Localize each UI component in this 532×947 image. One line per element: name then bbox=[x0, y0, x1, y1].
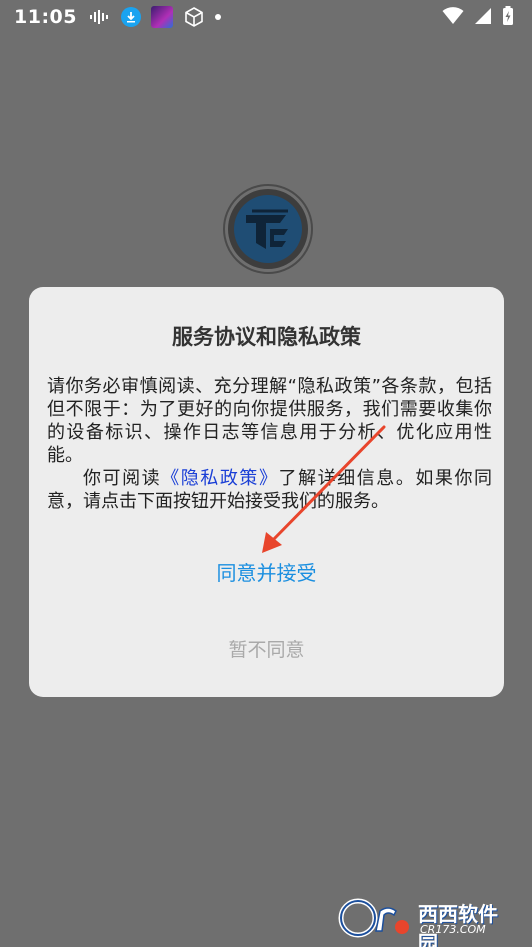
paragraph-2-prefix: 你可阅读 bbox=[83, 468, 162, 489]
notification-icons bbox=[89, 6, 221, 28]
dialog-body: 请你务必审慎阅读、充分理解“隐私政策”各条款，包括但不限于：为了更好的向你提供服… bbox=[47, 375, 492, 513]
status-time: 11:05 bbox=[14, 6, 77, 28]
watermark-subtext: CR173.COM bbox=[420, 923, 486, 936]
status-bar: 11:05 bbox=[0, 0, 532, 34]
dialog-paragraph-1: 请你务必审慎阅读、充分理解“隐私政策”各条款，包括但不限于：为了更好的向你提供服… bbox=[47, 376, 492, 466]
more-notifications-icon bbox=[214, 14, 221, 20]
decline-button[interactable]: 暂不同意 bbox=[29, 635, 504, 662]
wifi-icon bbox=[442, 7, 464, 25]
cube-icon bbox=[183, 6, 205, 28]
agree-button[interactable]: 同意并接受 bbox=[29, 557, 504, 586]
dialog-paragraph-2: 你可阅读《隐私政策》了解详细信息。如果你同意，请点击下面按钮开始接受我们的服务。 bbox=[47, 467, 492, 513]
app-logo bbox=[222, 183, 314, 275]
signal-icon bbox=[474, 7, 492, 25]
watermark-logo: 西西软件园 CR173.COM bbox=[336, 897, 516, 947]
system-icons bbox=[442, 6, 514, 26]
dialog-title: 服务协议和隐私政策 bbox=[172, 325, 361, 349]
privacy-dialog: 服务协议和隐私政策 请你务必审慎阅读、充分理解“隐私政策”各条款，包括但不限于：… bbox=[29, 287, 504, 697]
audio-wave-icon bbox=[89, 9, 111, 25]
privacy-policy-link[interactable]: 《隐私政策》 bbox=[161, 468, 278, 489]
download-icon bbox=[120, 7, 141, 27]
battery-charging-icon bbox=[502, 6, 514, 26]
app-notification-icon bbox=[150, 6, 173, 28]
